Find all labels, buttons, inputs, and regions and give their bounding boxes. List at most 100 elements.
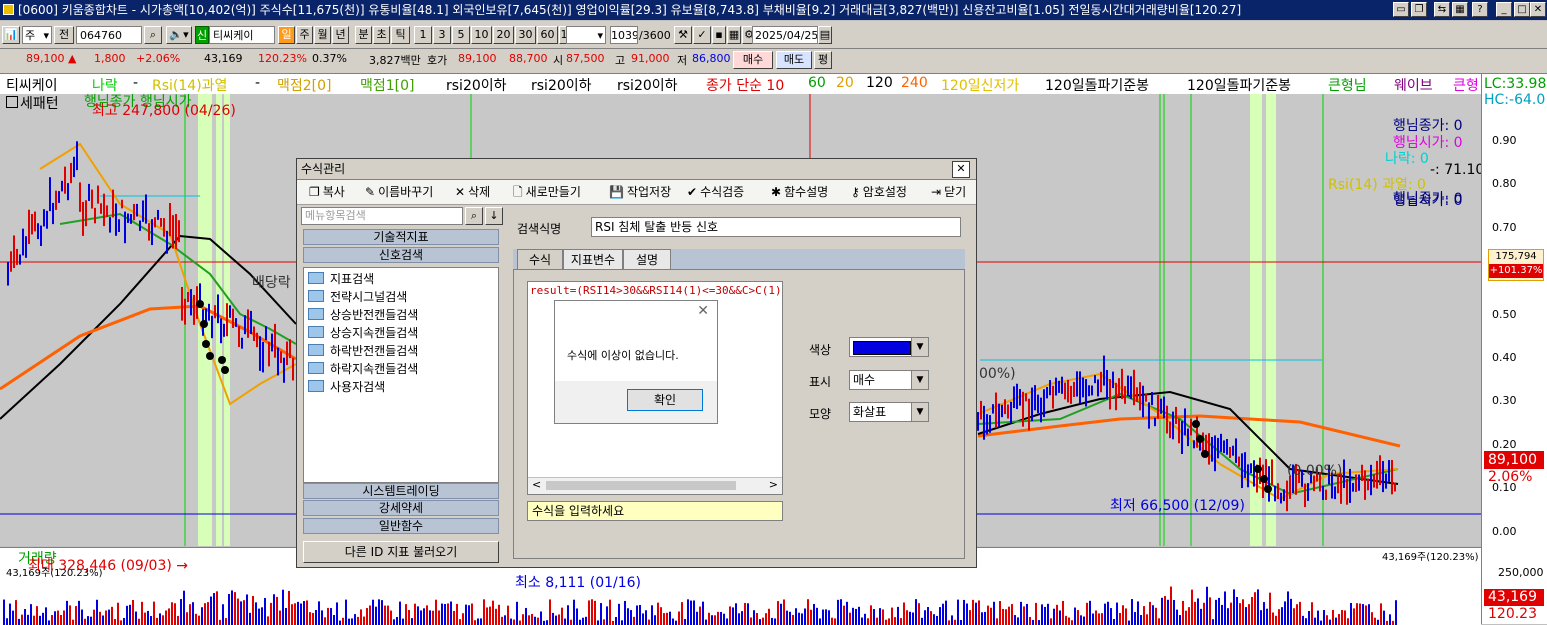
color-select[interactable]: ▼: [849, 337, 929, 357]
chart-icon[interactable]: 📊: [2, 26, 20, 44]
scroll-thumb[interactable]: [546, 481, 736, 490]
display-select[interactable]: 매수 ▼: [849, 370, 929, 390]
restore-icon[interactable]: ❐: [1411, 2, 1427, 17]
category-signal[interactable]: 신호검색: [303, 247, 499, 263]
legend-item[interactable]: 240: [901, 75, 928, 91]
toolbar-exit-button[interactable]: ⇥ 닫기: [931, 183, 966, 201]
interval-10[interactable]: 10: [471, 26, 492, 44]
legend-item[interactable]: 티씨케이: [6, 75, 58, 95]
legend-item[interactable]: 20: [836, 75, 854, 91]
legend-item[interactable]: 큰형: [1453, 75, 1479, 95]
formula-name-input[interactable]: RSI 침체 탈출 반등 신호: [591, 217, 961, 237]
period-tick[interactable]: 틱: [391, 26, 410, 44]
formula-hscroll[interactable]: < >: [528, 477, 782, 494]
category-system-trading[interactable]: 시스템트레이딩: [303, 483, 499, 499]
interval-5[interactable]: 5: [452, 26, 470, 44]
period-year[interactable]: 년: [332, 26, 349, 44]
legend-item[interactable]: 맥점2[0]: [277, 75, 332, 95]
tool-icon[interactable]: ⚒: [674, 26, 692, 44]
arrow-down-icon[interactable]: ↓: [485, 207, 503, 225]
interval-30[interactable]: 30: [515, 26, 536, 44]
tab-variables[interactable]: 지표변수: [563, 249, 623, 269]
dialog-titlebar[interactable]: 수식관리 ✕: [297, 159, 976, 180]
legend-item[interactable]: -: [133, 75, 138, 91]
eval-button[interactable]: 평: [814, 51, 832, 69]
tree-item[interactable]: 상승반전캔들검색: [308, 306, 418, 324]
menu-search-input[interactable]: 메뉴항목검색: [301, 207, 463, 225]
dialog-close-icon[interactable]: ✕: [952, 161, 970, 178]
link-icon[interactable]: ⇆: [1434, 2, 1450, 17]
grid-icon[interactable]: ▦: [727, 26, 741, 44]
legend-item[interactable]: 큰형님: [1328, 75, 1367, 95]
interval-60[interactable]: 60: [537, 26, 558, 44]
legend-item[interactable]: rsi20이하: [617, 75, 678, 95]
view-button[interactable]: 전: [54, 26, 74, 44]
ok-button[interactable]: 확인: [627, 389, 703, 411]
count-input[interactable]: 1039: [610, 26, 638, 44]
legend-item[interactable]: 웨이브: [1394, 75, 1433, 95]
tree-item[interactable]: 사용자검색: [308, 378, 385, 396]
minimize-icon[interactable]: _: [1496, 2, 1512, 17]
load-other-id-button[interactable]: 다른 ID 지표 불러오기: [303, 541, 499, 563]
tab-description[interactable]: 설명: [623, 249, 671, 269]
legend-item[interactable]: 종가 단순 10: [706, 75, 784, 95]
period-week[interactable]: 주: [296, 26, 313, 44]
help-icon[interactable]: ?: [1472, 2, 1488, 17]
legend-item[interactable]: rsi20이하: [446, 75, 507, 95]
scroll-right-icon[interactable]: >: [769, 478, 778, 491]
legend-item[interactable]: 60: [808, 75, 826, 91]
toolbar-rename-button[interactable]: ✎ 이름바꾸기: [365, 183, 433, 201]
toolbar-verify-button[interactable]: ✔ 수식검증: [687, 183, 744, 201]
category-strength[interactable]: 강세약세: [303, 500, 499, 516]
save-chart-icon[interactable]: ▪: [712, 26, 726, 44]
close-icon[interactable]: ✕: [1530, 2, 1546, 17]
legend-item[interactable]: -: [255, 75, 260, 91]
period-sec[interactable]: 초: [373, 26, 390, 44]
legend-item[interactable]: 120일돌파기준봉: [1187, 75, 1291, 95]
period-min[interactable]: 분: [355, 26, 372, 44]
calendar-icon[interactable]: ▤: [818, 26, 832, 44]
layout-icon[interactable]: ▭: [1393, 2, 1409, 17]
toolbar-copy-button[interactable]: ❐ 복사: [309, 183, 345, 201]
msgbox-close-icon[interactable]: ✕: [697, 303, 709, 319]
legend-item[interactable]: 맥점1[0]: [360, 75, 415, 95]
toolbar-save-button[interactable]: 💾 작업저장: [609, 183, 671, 201]
search-icon[interactable]: ⌕: [465, 207, 483, 225]
period-select[interactable]: 주 ▾: [22, 26, 52, 44]
toolbar-delete-button[interactable]: ✕ 삭제: [455, 183, 490, 201]
legend-item[interactable]: rsi20이하: [531, 75, 592, 95]
date-input[interactable]: 2025/04/25: [752, 26, 818, 44]
sell-button[interactable]: 매도: [776, 51, 812, 69]
legend-item[interactable]: 120일돌파기준봉: [1045, 75, 1149, 95]
custom-interval[interactable]: ▾: [566, 26, 606, 44]
indicator-icon[interactable]: ✓: [693, 26, 711, 44]
interval-1[interactable]: 1: [414, 26, 432, 44]
stock-name[interactable]: 티씨케이: [209, 26, 275, 44]
interval-20[interactable]: 20: [493, 26, 514, 44]
toolbar-func-help-button[interactable]: ✱ 함수설명: [771, 183, 828, 201]
stock-code-input[interactable]: 064760: [76, 26, 142, 44]
period-day[interactable]: 일: [278, 26, 295, 44]
legend-item[interactable]: 120일신저가: [941, 75, 1019, 95]
tree-item[interactable]: 상승지속캔들검색: [308, 324, 418, 342]
tree-item[interactable]: 전략시그널검색: [308, 288, 407, 306]
buy-button[interactable]: 매수: [733, 51, 773, 69]
maximize-icon[interactable]: □: [1514, 2, 1530, 17]
search-icon[interactable]: ⌕: [144, 26, 162, 44]
category-technical[interactable]: 기술적지표: [303, 229, 499, 245]
color-icon[interactable]: ▦: [1452, 2, 1468, 17]
sound-icon[interactable]: 🔈▾: [166, 26, 192, 44]
toolbar-key-button[interactable]: ⚷ 암호설정: [851, 183, 907, 201]
period-month[interactable]: 월: [314, 26, 331, 44]
shape-select[interactable]: 화살표 ▼: [849, 402, 929, 422]
legend-item[interactable]: 120: [866, 75, 893, 91]
tree-item[interactable]: 하락지속캔들검색: [308, 360, 418, 378]
tab-formula[interactable]: 수식: [517, 249, 563, 269]
category-general[interactable]: 일반함수: [303, 518, 499, 534]
interval-3[interactable]: 3: [433, 26, 451, 44]
price-axis[interactable]: LC:33.98 HC:-64.0 0.900.800.700.600.500.…: [1481, 74, 1547, 624]
toolbar-new-button[interactable]: 🗋 새로만들기: [513, 183, 581, 201]
tree-item[interactable]: 지표검색: [308, 270, 374, 288]
tree-item[interactable]: 하락반전캔들검색: [308, 342, 418, 360]
scroll-left-icon[interactable]: <: [532, 478, 541, 491]
